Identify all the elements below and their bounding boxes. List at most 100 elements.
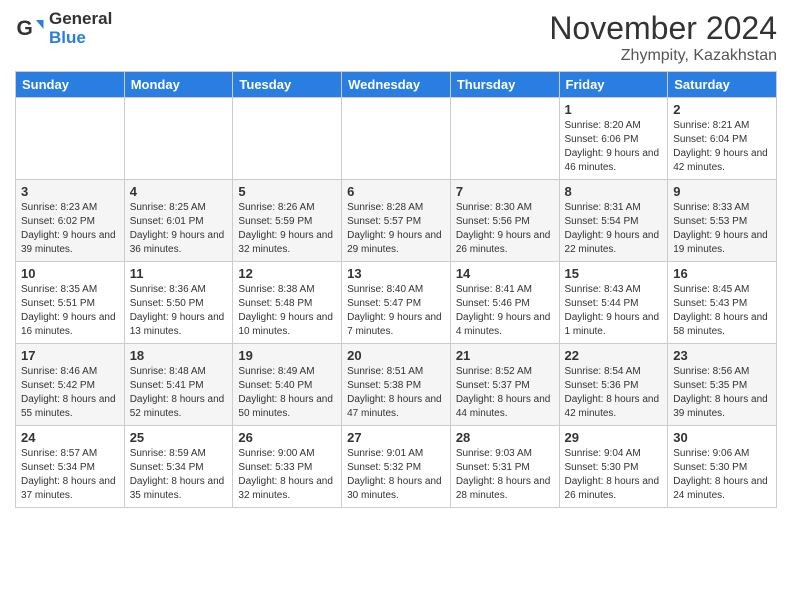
location: Zhympity, Kazakhstan	[549, 47, 777, 65]
day-cell-2-5: 15 Sunrise: 8:43 AM Sunset: 5:44 PM Dayli…	[559, 262, 668, 344]
header-thursday: Thursday	[450, 72, 559, 98]
day-cell-4-0: 24 Sunrise: 8:57 AM Sunset: 5:34 PM Dayli…	[16, 426, 125, 508]
day-info-1-4: Sunrise: 8:30 AM Sunset: 5:56 PM Dayligh…	[456, 201, 554, 257]
day-number-2-1: 11	[130, 266, 228, 281]
day-number-1-2: 5	[238, 184, 336, 199]
day-info-2-1: Sunrise: 8:36 AM Sunset: 5:50 PM Dayligh…	[130, 283, 228, 339]
week-row-1: 3Sunrise: 8:23 AM Sunset: 6:02 PM Daylig…	[16, 180, 777, 262]
week-row-2: 10Sunrise: 8:35 AM Sunset: 5:51 PM Dayli…	[16, 262, 777, 344]
day-info-2-4: Sunrise: 8:41 AM Sunset: 5:46 PM Dayligh…	[456, 283, 554, 339]
logo-text: General Blue	[49, 10, 112, 47]
day-info-4-0: Sunrise: 8:57 AM Sunset: 5:34 PM Dayligh…	[21, 447, 119, 503]
day-cell-0-5: 1Sunrise: 8:20 AM Sunset: 6:06 PM Daylig…	[559, 98, 668, 180]
day-number-4-4: 28	[456, 430, 554, 445]
day-info-4-2: Sunrise: 9:00 AM Sunset: 5:33 PM Dayligh…	[238, 447, 336, 503]
day-cell-3-4: 21 Sunrise: 8:52 AM Sunset: 5:37 PM Dayli…	[450, 344, 559, 426]
logo-general: General	[49, 10, 112, 29]
day-info-1-5: Sunrise: 8:31 AM Sunset: 5:54 PM Dayligh…	[565, 201, 663, 257]
day-cell-1-4: 7 Sunrise: 8:30 AM Sunset: 5:56 PM Daylig…	[450, 180, 559, 262]
header-tuesday: Tuesday	[233, 72, 342, 98]
day-info-2-2: Sunrise: 8:38 AM Sunset: 5:48 PM Dayligh…	[238, 283, 336, 339]
day-cell-2-1: 11 Sunrise: 8:36 AM Sunset: 5:50 PM Dayli…	[124, 262, 233, 344]
day-cell-1-5: 8 Sunrise: 8:31 AM Sunset: 5:54 PM Daylig…	[559, 180, 668, 262]
page-container: G General Blue November 2024 Zhympity, K…	[0, 0, 792, 513]
day-cell-2-4: 14Sunrise: 8:41 AM Sunset: 5:46 PM Dayli…	[450, 262, 559, 344]
day-cell-3-5: 22Sunrise: 8:54 AM Sunset: 5:36 PM Dayli…	[559, 344, 668, 426]
day-number-3-1: 18	[130, 348, 228, 363]
day-number-4-2: 26	[238, 430, 336, 445]
day-info-3-3: Sunrise: 8:51 AM Sunset: 5:38 PM Dayligh…	[347, 365, 445, 421]
week-row-0: 1Sunrise: 8:20 AM Sunset: 6:06 PM Daylig…	[16, 98, 777, 180]
day-cell-4-6: 30Sunrise: 9:06 AM Sunset: 5:30 PM Dayli…	[668, 426, 777, 508]
day-info-4-3: Sunrise: 9:01 AM Sunset: 5:32 PM Dayligh…	[347, 447, 445, 503]
logo-blue: Blue	[49, 29, 112, 48]
day-number-2-2: 12	[238, 266, 336, 281]
week-row-3: 17 Sunrise: 8:46 AM Sunset: 5:42 PM Dayli…	[16, 344, 777, 426]
day-cell-3-3: 20 Sunrise: 8:51 AM Sunset: 5:38 PM Dayli…	[342, 344, 451, 426]
day-cell-2-6: 16 Sunrise: 8:45 AM Sunset: 5:43 PM Dayli…	[668, 262, 777, 344]
day-cell-2-0: 10Sunrise: 8:35 AM Sunset: 5:51 PM Dayli…	[16, 262, 125, 344]
calendar: Sunday Monday Tuesday Wednesday Thursday…	[15, 71, 777, 508]
day-cell-0-0	[16, 98, 125, 180]
day-number-2-6: 16	[673, 266, 771, 281]
day-cell-1-0: 3Sunrise: 8:23 AM Sunset: 6:02 PM Daylig…	[16, 180, 125, 262]
header-monday: Monday	[124, 72, 233, 98]
day-cell-3-2: 19 Sunrise: 8:49 AM Sunset: 5:40 PM Dayli…	[233, 344, 342, 426]
day-info-4-5: Sunrise: 9:04 AM Sunset: 5:30 PM Dayligh…	[565, 447, 663, 503]
day-cell-4-5: 29 Sunrise: 9:04 AM Sunset: 5:30 PM Dayli…	[559, 426, 668, 508]
day-number-2-5: 15	[565, 266, 663, 281]
day-info-2-5: Sunrise: 8:43 AM Sunset: 5:44 PM Dayligh…	[565, 283, 663, 339]
day-info-2-6: Sunrise: 8:45 AM Sunset: 5:43 PM Dayligh…	[673, 283, 771, 339]
day-number-0-6: 2	[673, 102, 771, 117]
day-number-1-1: 4	[130, 184, 228, 199]
day-cell-2-3: 13Sunrise: 8:40 AM Sunset: 5:47 PM Dayli…	[342, 262, 451, 344]
day-cell-0-2	[233, 98, 342, 180]
day-number-3-3: 20	[347, 348, 445, 363]
day-number-3-2: 19	[238, 348, 336, 363]
day-info-1-3: Sunrise: 8:28 AM Sunset: 5:57 PM Dayligh…	[347, 201, 445, 257]
day-info-4-4: Sunrise: 9:03 AM Sunset: 5:31 PM Dayligh…	[456, 447, 554, 503]
day-cell-1-1: 4 Sunrise: 8:25 AM Sunset: 6:01 PM Daylig…	[124, 180, 233, 262]
logo: G General Blue	[15, 10, 112, 47]
day-cell-0-4	[450, 98, 559, 180]
logo-icon: G	[15, 14, 45, 44]
day-cell-3-6: 23Sunrise: 8:56 AM Sunset: 5:35 PM Dayli…	[668, 344, 777, 426]
day-number-3-6: 23	[673, 348, 771, 363]
day-cell-2-2: 12 Sunrise: 8:38 AM Sunset: 5:48 PM Dayli…	[233, 262, 342, 344]
day-number-1-0: 3	[21, 184, 119, 199]
day-cell-3-0: 17 Sunrise: 8:46 AM Sunset: 5:42 PM Dayli…	[16, 344, 125, 426]
day-info-0-5: Sunrise: 8:20 AM Sunset: 6:06 PM Dayligh…	[565, 119, 663, 175]
day-info-3-4: Sunrise: 8:52 AM Sunset: 5:37 PM Dayligh…	[456, 365, 554, 421]
day-cell-1-2: 5 Sunrise: 8:26 AM Sunset: 5:59 PM Daylig…	[233, 180, 342, 262]
weekday-header-row: Sunday Monday Tuesday Wednesday Thursday…	[16, 72, 777, 98]
day-cell-1-6: 9 Sunrise: 8:33 AM Sunset: 5:53 PM Daylig…	[668, 180, 777, 262]
day-number-4-1: 25	[130, 430, 228, 445]
day-info-1-1: Sunrise: 8:25 AM Sunset: 6:01 PM Dayligh…	[130, 201, 228, 257]
day-info-1-2: Sunrise: 8:26 AM Sunset: 5:59 PM Dayligh…	[238, 201, 336, 257]
day-number-1-5: 8	[565, 184, 663, 199]
day-number-3-4: 21	[456, 348, 554, 363]
day-info-4-1: Sunrise: 8:59 AM Sunset: 5:34 PM Dayligh…	[130, 447, 228, 503]
day-number-2-0: 10	[21, 266, 119, 281]
header-friday: Friday	[559, 72, 668, 98]
header-saturday: Saturday	[668, 72, 777, 98]
title-block: November 2024 Zhympity, Kazakhstan	[549, 10, 777, 65]
week-row-4: 24 Sunrise: 8:57 AM Sunset: 5:34 PM Dayli…	[16, 426, 777, 508]
day-cell-4-1: 25 Sunrise: 8:59 AM Sunset: 5:34 PM Dayli…	[124, 426, 233, 508]
day-number-1-4: 7	[456, 184, 554, 199]
day-number-3-0: 17	[21, 348, 119, 363]
day-info-3-2: Sunrise: 8:49 AM Sunset: 5:40 PM Dayligh…	[238, 365, 336, 421]
day-number-3-5: 22	[565, 348, 663, 363]
day-number-4-5: 29	[565, 430, 663, 445]
day-number-1-6: 9	[673, 184, 771, 199]
day-cell-0-1	[124, 98, 233, 180]
day-info-3-0: Sunrise: 8:46 AM Sunset: 5:42 PM Dayligh…	[21, 365, 119, 421]
day-cell-3-1: 18Sunrise: 8:48 AM Sunset: 5:41 PM Dayli…	[124, 344, 233, 426]
header: G General Blue November 2024 Zhympity, K…	[15, 10, 777, 65]
day-info-1-6: Sunrise: 8:33 AM Sunset: 5:53 PM Dayligh…	[673, 201, 771, 257]
day-number-4-0: 24	[21, 430, 119, 445]
day-cell-4-4: 28 Sunrise: 9:03 AM Sunset: 5:31 PM Dayli…	[450, 426, 559, 508]
day-cell-0-3	[342, 98, 451, 180]
day-cell-0-6: 2Sunrise: 8:21 AM Sunset: 6:04 PM Daylig…	[668, 98, 777, 180]
day-info-4-6: Sunrise: 9:06 AM Sunset: 5:30 PM Dayligh…	[673, 447, 771, 503]
